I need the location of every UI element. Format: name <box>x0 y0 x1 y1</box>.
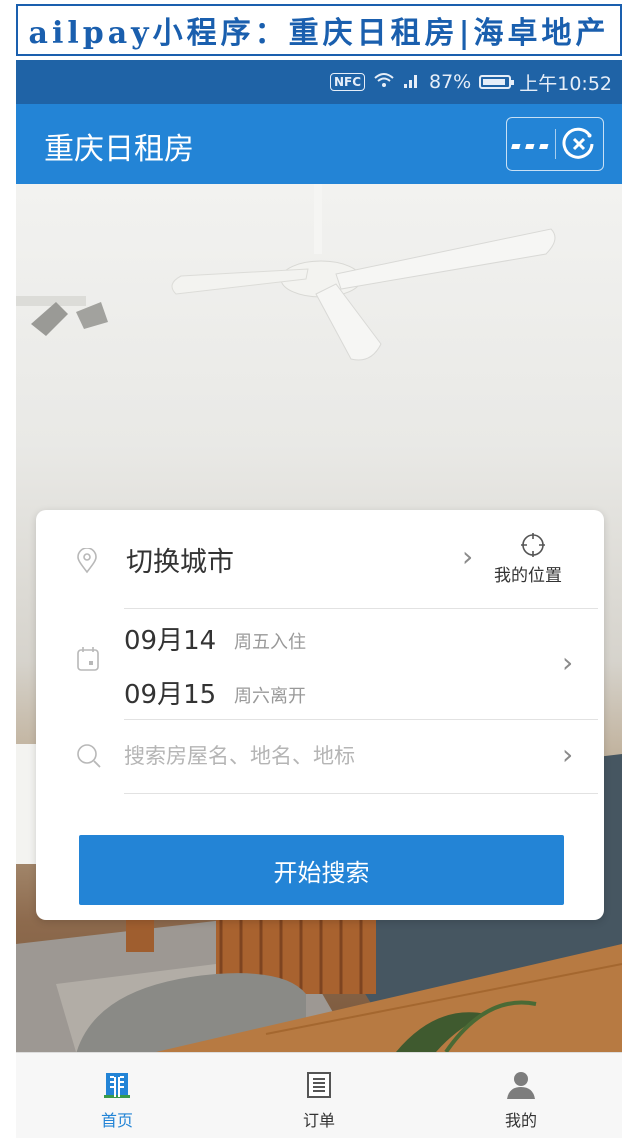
tab-bar: 首页 订单 我的 <box>16 1052 622 1138</box>
checkout-note: 周六离开 <box>234 686 306 707</box>
checkin-note: 周五入住 <box>234 632 306 653</box>
tab-label-mine: 我的 <box>504 1111 537 1130</box>
search-card: 切换城市 › 我的位置 09月14 周五入住 09月15 周六离开 › 搜索房屋… <box>36 510 604 920</box>
status-bar: NFC 87% 上午10:52 <box>16 60 622 104</box>
search-chevron-right-icon[interactable]: › <box>562 738 573 771</box>
signal-icon <box>403 71 421 94</box>
more-dots-icon[interactable] <box>507 130 555 158</box>
list-icon <box>305 1071 333 1103</box>
building-icon <box>103 1071 131 1103</box>
mini-program-capsule <box>506 117 604 171</box>
dates-chevron-right-icon[interactable]: › <box>562 646 573 679</box>
tab-mine[interactable]: 我的 <box>420 1053 622 1138</box>
search-input[interactable]: 搜索房屋名、地名、地标 <box>124 740 355 770</box>
wifi-icon <box>373 71 395 94</box>
switch-city-link[interactable]: 切换城市 <box>126 540 234 579</box>
nav-bar: 重庆日租房 <box>16 104 622 184</box>
checkout-date[interactable]: 09月15 <box>124 674 216 711</box>
search-icon <box>76 743 102 773</box>
clock: 上午10:52 <box>519 72 612 95</box>
start-search-button[interactable]: 开始搜索 <box>79 835 564 905</box>
city-chevron-right-icon: › <box>462 540 474 573</box>
divider <box>124 793 598 794</box>
phone-screen: NFC 87% 上午10:52 重庆日租房 切换城市 › 我的位置 09月14 … <box>16 60 622 1138</box>
checkin-date[interactable]: 09月14 <box>124 620 216 657</box>
divider <box>124 719 598 720</box>
tab-orders[interactable]: 订单 <box>218 1053 420 1138</box>
locate-crosshair-icon[interactable] <box>520 532 546 562</box>
tab-home[interactable]: 首页 <box>16 1053 218 1138</box>
tab-label-orders: 订单 <box>302 1111 335 1130</box>
battery-percent: 87% <box>429 71 472 93</box>
promo-banner-text: ailpay小程序：重庆日租房|海卓地产 <box>28 16 610 51</box>
tab-label-home: 首页 <box>100 1111 133 1130</box>
battery-icon <box>479 75 515 89</box>
close-circle-icon[interactable] <box>556 127 604 161</box>
page-title: 重庆日租房 <box>44 132 194 167</box>
person-icon <box>506 1071 536 1103</box>
divider <box>124 608 598 609</box>
my-location-button[interactable]: 我的位置 <box>494 561 562 586</box>
hero-photo: 切换城市 › 我的位置 09月14 周五入住 09月15 周六离开 › 搜索房屋… <box>16 184 622 1052</box>
nfc-indicator: NFC <box>329 73 365 91</box>
promo-banner: ailpay小程序：重庆日租房|海卓地产 <box>16 4 622 56</box>
calendar-icon <box>76 646 100 676</box>
location-pin-icon <box>76 547 98 578</box>
